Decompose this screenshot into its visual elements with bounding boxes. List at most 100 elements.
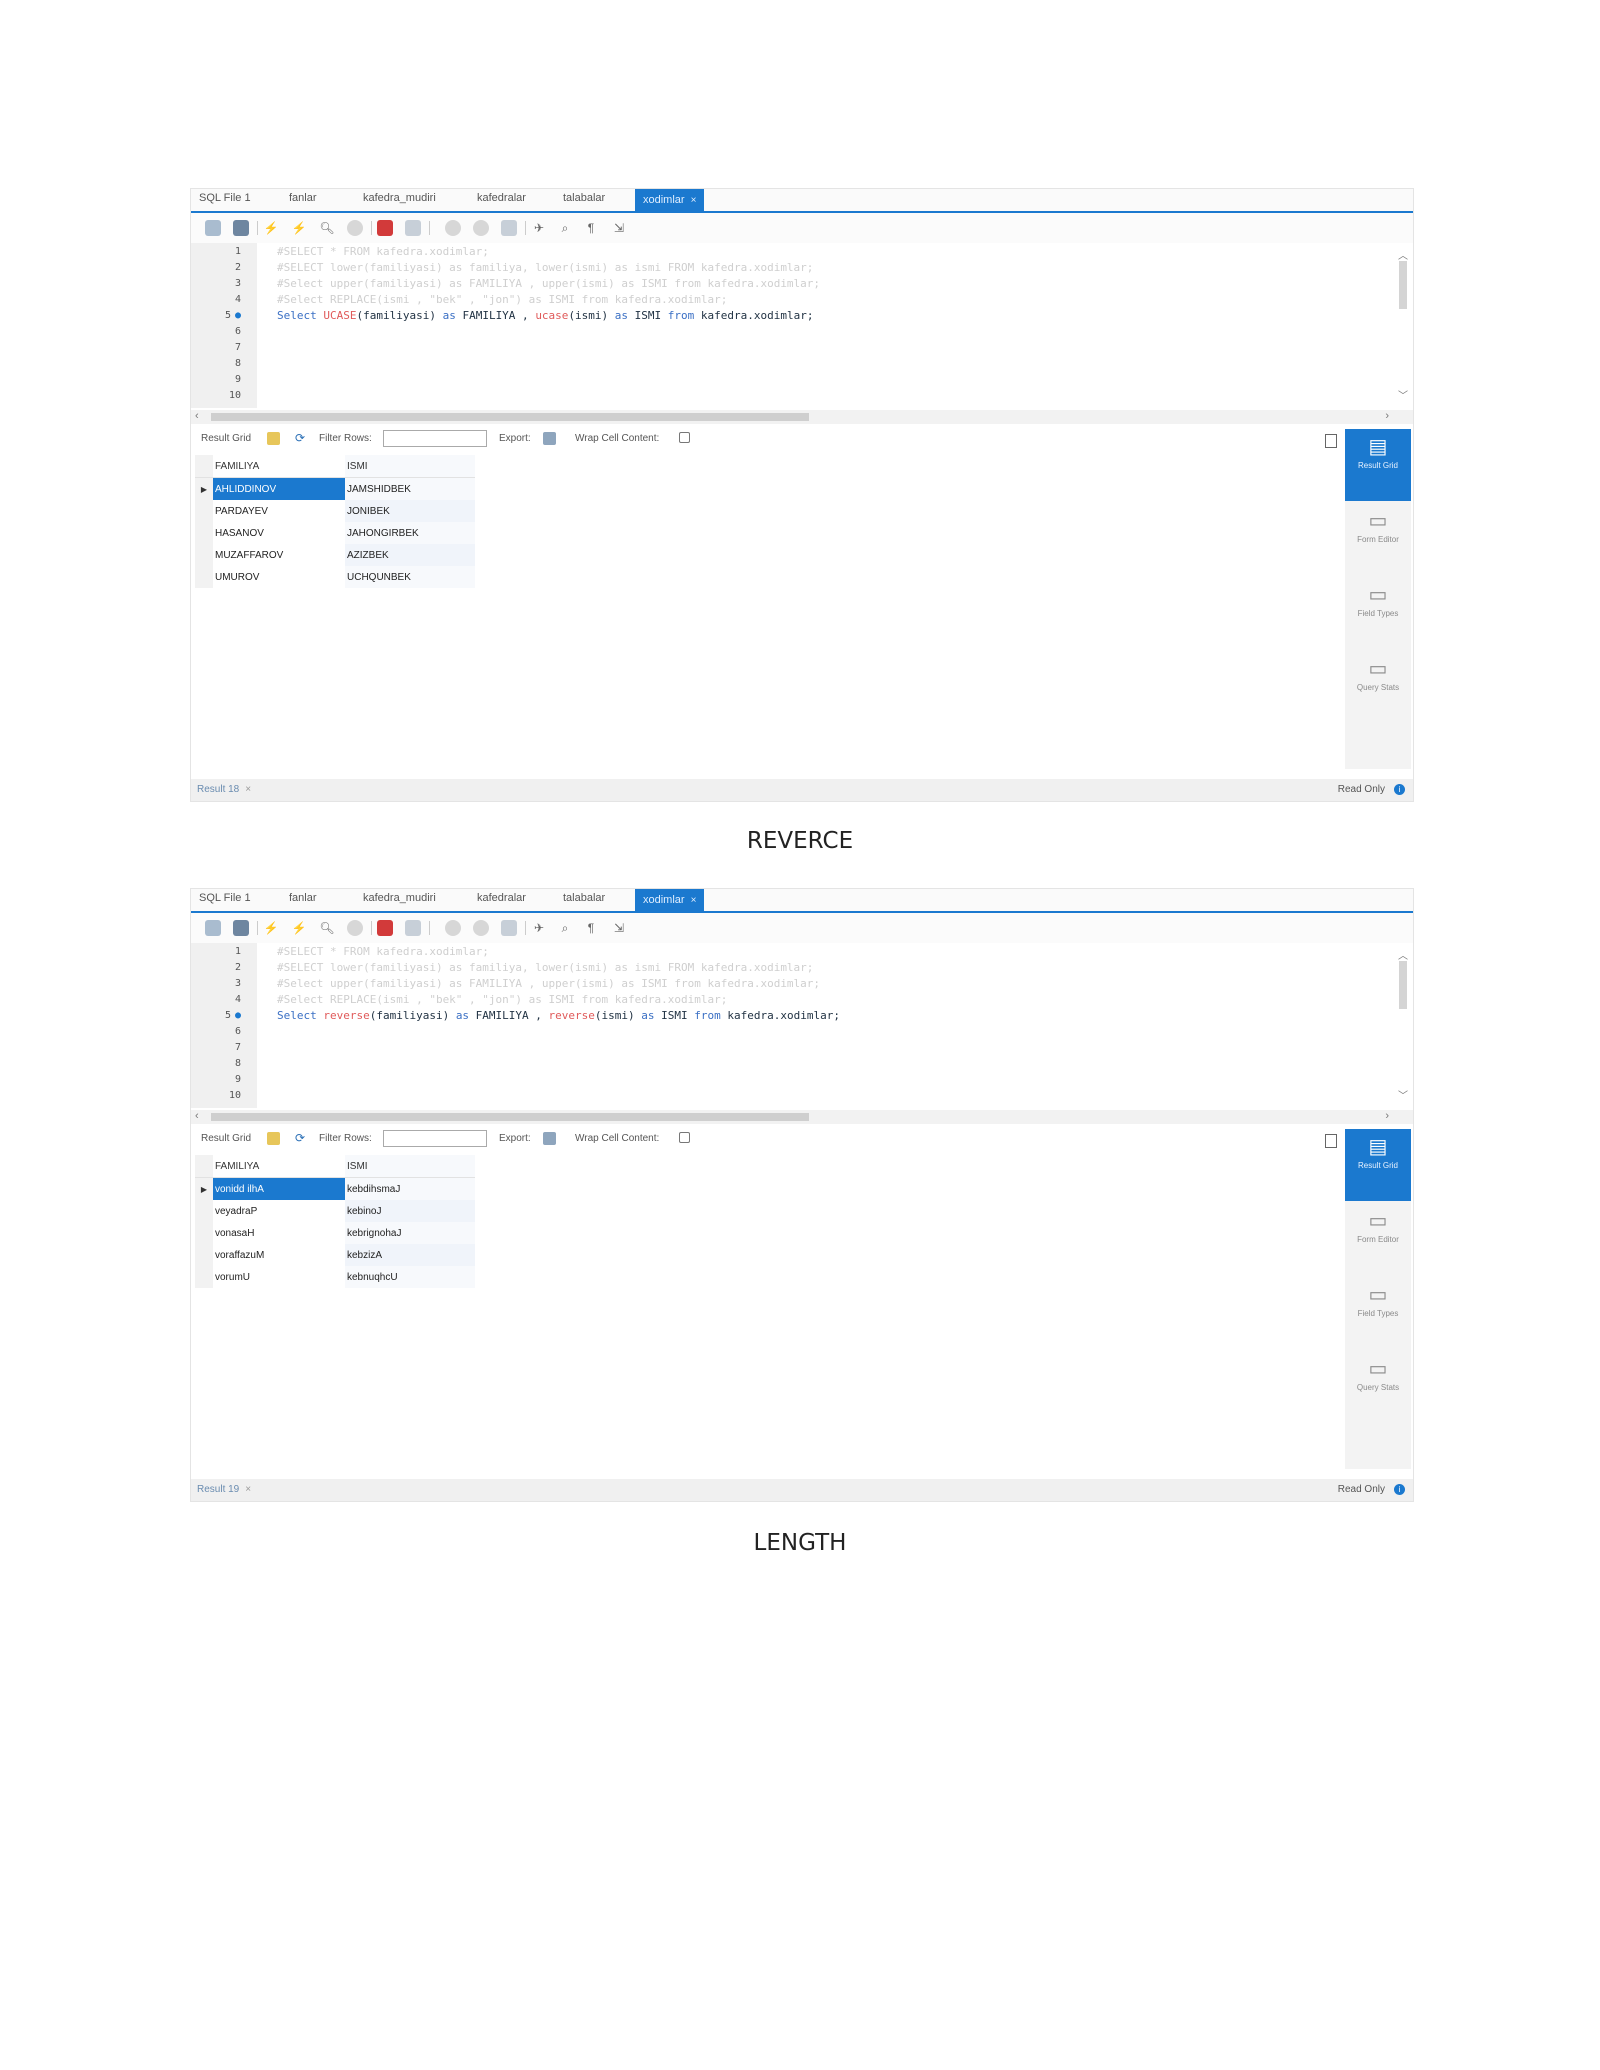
tab-close-icon[interactable]: × — [691, 195, 697, 206]
tab-kafedralar[interactable]: kafedralar — [477, 892, 526, 904]
table-row[interactable]: HASANOV JAHONGIRBEK — [195, 522, 475, 544]
stop-icon[interactable] — [347, 920, 363, 936]
toggle-output-icon[interactable] — [405, 920, 421, 936]
table-row[interactable]: UMUROV UCHQUNBEK — [195, 566, 475, 588]
tab-sql-file-1[interactable]: SQL File 1 — [199, 192, 251, 204]
tab-bar: SQL File 1 fanlar kafedra_mudiri kafedra… — [191, 189, 1413, 213]
tab-kafedralar[interactable]: kafedralar — [477, 192, 526, 204]
side-query-stats[interactable]: ▭ Query Stats — [1345, 1357, 1411, 1392]
close-icon[interactable]: × — [245, 1484, 251, 1495]
side-form-editor[interactable]: ▭ Form Editor — [1345, 509, 1411, 544]
editor-vertical-scrollbar[interactable]: ︿ ﹀ — [1397, 947, 1409, 1102]
invisible-chars-icon[interactable]: ¶ — [583, 920, 599, 936]
table-row[interactable]: veyadraP kebinoJ — [195, 1200, 475, 1222]
side-result-grid[interactable]: ▤ Result Grid — [1345, 1129, 1411, 1201]
autocommit-icon[interactable] — [501, 220, 517, 236]
export-label: Export: — [499, 433, 531, 444]
commit-icon[interactable] — [445, 220, 461, 236]
table-row[interactable]: ▶ AHLIDDINOV JAMSHIDBEK — [195, 477, 475, 500]
panel-toggle-icon[interactable] — [1325, 1134, 1337, 1148]
filter-rows-label: Filter Rows: — [319, 433, 372, 444]
folder-icon[interactable] — [205, 220, 221, 236]
refresh-icon[interactable]: ⟳ — [295, 1132, 308, 1145]
column-header[interactable]: FAMILIYA — [213, 1155, 345, 1178]
panel-toggle-icon[interactable] — [1325, 434, 1337, 448]
tab-kafedra-mudiri[interactable]: kafedra_mudiri — [363, 192, 436, 204]
toggle-error-icon[interactable] — [377, 920, 393, 936]
rollback-icon[interactable] — [473, 220, 489, 236]
grid-icon[interactable] — [267, 1132, 280, 1145]
execute-current-icon[interactable]: ⚡ — [291, 220, 307, 236]
tab-talabalar[interactable]: talabalar — [563, 892, 605, 904]
wrap-cell-icon[interactable] — [679, 432, 690, 443]
editor-vertical-scrollbar[interactable]: ︿ ﹀ — [1397, 247, 1409, 402]
table-row[interactable]: vorumU kebnuqhcU — [195, 1266, 475, 1288]
result-tab[interactable]: Result 19 × — [197, 1484, 251, 1495]
result-tab[interactable]: Result 18 × — [197, 784, 251, 795]
toggle-output-icon[interactable] — [405, 220, 421, 236]
commit-icon[interactable] — [445, 920, 461, 936]
side-field-types[interactable]: ▭ Field Types — [1345, 1283, 1411, 1318]
execute-current-icon[interactable]: ⚡ — [291, 920, 307, 936]
result-toolbar: Result Grid ⟳ Filter Rows: Export: Wrap … — [191, 429, 1341, 449]
sql-editor[interactable]: 1 2 3 4 5 ● 6 7 8 9 10 #SELECT * FROM kaf… — [191, 243, 1413, 408]
result-grid-label[interactable]: Result Grid — [201, 1133, 251, 1144]
column-header[interactable]: FAMILIYA — [213, 455, 345, 478]
filter-rows-input[interactable] — [383, 1130, 487, 1147]
table-row[interactable]: vonasaH kebrignohaJ — [195, 1222, 475, 1244]
find-icon[interactable]: ⌕ — [557, 920, 573, 936]
close-icon[interactable]: × — [245, 784, 251, 795]
side-form-editor[interactable]: ▭ Form Editor — [1345, 1209, 1411, 1244]
editor-horizontal-scrollbar[interactable]: ‹ › — [191, 1110, 1413, 1124]
refresh-icon[interactable]: ⟳ — [295, 432, 308, 445]
find-icon[interactable]: ⌕ — [557, 220, 573, 236]
toggle-error-icon[interactable] — [377, 220, 393, 236]
column-header[interactable]: ISMI — [345, 455, 475, 478]
column-header[interactable]: ISMI — [345, 1155, 475, 1178]
folder-icon[interactable] — [205, 920, 221, 936]
tab-sql-file-1[interactable]: SQL File 1 — [199, 892, 251, 904]
result-grid-label[interactable]: Result Grid — [201, 433, 251, 444]
table-row[interactable]: PARDAYEV JONIBEK — [195, 500, 475, 522]
caption-reverce: REVERCE — [746, 828, 854, 854]
beautify-icon[interactable]: ✈ — [531, 920, 547, 936]
tab-xodimlar[interactable]: xodimlar × — [635, 189, 705, 211]
wrap-cell-icon[interactable] — [679, 1132, 690, 1143]
sql-editor[interactable]: 1 2 3 4 5 ● 6 7 8 9 10 #SELECT * FROM kaf… — [191, 943, 1413, 1108]
tab-kafedra-mudiri[interactable]: kafedra_mudiri — [363, 892, 436, 904]
table-row[interactable]: MUZAFFAROV AZIZBEK — [195, 544, 475, 566]
tab-talabalar[interactable]: talabalar — [563, 192, 605, 204]
side-result-grid[interactable]: ▤ Result Grid — [1345, 429, 1411, 501]
tab-close-icon[interactable]: × — [691, 895, 697, 906]
wrap-icon[interactable]: ⇲ — [611, 220, 627, 236]
execute-icon[interactable]: ⚡ — [263, 920, 279, 936]
editor-horizontal-scrollbar[interactable]: ‹ › — [191, 410, 1413, 424]
grid-icon[interactable] — [267, 432, 280, 445]
info-icon[interactable]: i — [1394, 1484, 1405, 1495]
explain-icon[interactable]: 🔍︎ — [319, 220, 335, 236]
code-comment-line: #Select upper(familiyasi) as FAMILIYA , … — [277, 277, 821, 290]
code-comment-line: #SELECT lower(familiyasi) as familiya, l… — [277, 261, 814, 274]
tab-fanlar[interactable]: fanlar — [289, 192, 317, 204]
tab-fanlar[interactable]: fanlar — [289, 892, 317, 904]
info-icon[interactable]: i — [1394, 784, 1405, 795]
save-icon[interactable] — [233, 220, 249, 236]
autocommit-icon[interactable] — [501, 920, 517, 936]
tab-xodimlar[interactable]: xodimlar × — [635, 889, 705, 911]
result-side-panel: ▤ Result Grid ▭ Form Editor ▭ Field Types ▭… — [1345, 429, 1411, 769]
side-field-types[interactable]: ▭ Field Types — [1345, 583, 1411, 618]
wrap-icon[interactable]: ⇲ — [611, 920, 627, 936]
save-icon[interactable] — [233, 920, 249, 936]
side-query-stats[interactable]: ▭ Query Stats — [1345, 657, 1411, 692]
beautify-icon[interactable]: ✈ — [531, 220, 547, 236]
filter-rows-input[interactable] — [383, 430, 487, 447]
execute-icon[interactable]: ⚡ — [263, 220, 279, 236]
table-row[interactable]: voraffazuM kebzizA — [195, 1244, 475, 1266]
rollback-icon[interactable] — [473, 920, 489, 936]
stop-icon[interactable] — [347, 220, 363, 236]
export-icon[interactable] — [543, 1132, 556, 1145]
table-row[interactable]: ▶ vonidd ilhA kebdihsmaJ — [195, 1177, 475, 1200]
export-icon[interactable] — [543, 432, 556, 445]
explain-icon[interactable]: 🔍︎ — [319, 920, 335, 936]
invisible-chars-icon[interactable]: ¶ — [583, 220, 599, 236]
